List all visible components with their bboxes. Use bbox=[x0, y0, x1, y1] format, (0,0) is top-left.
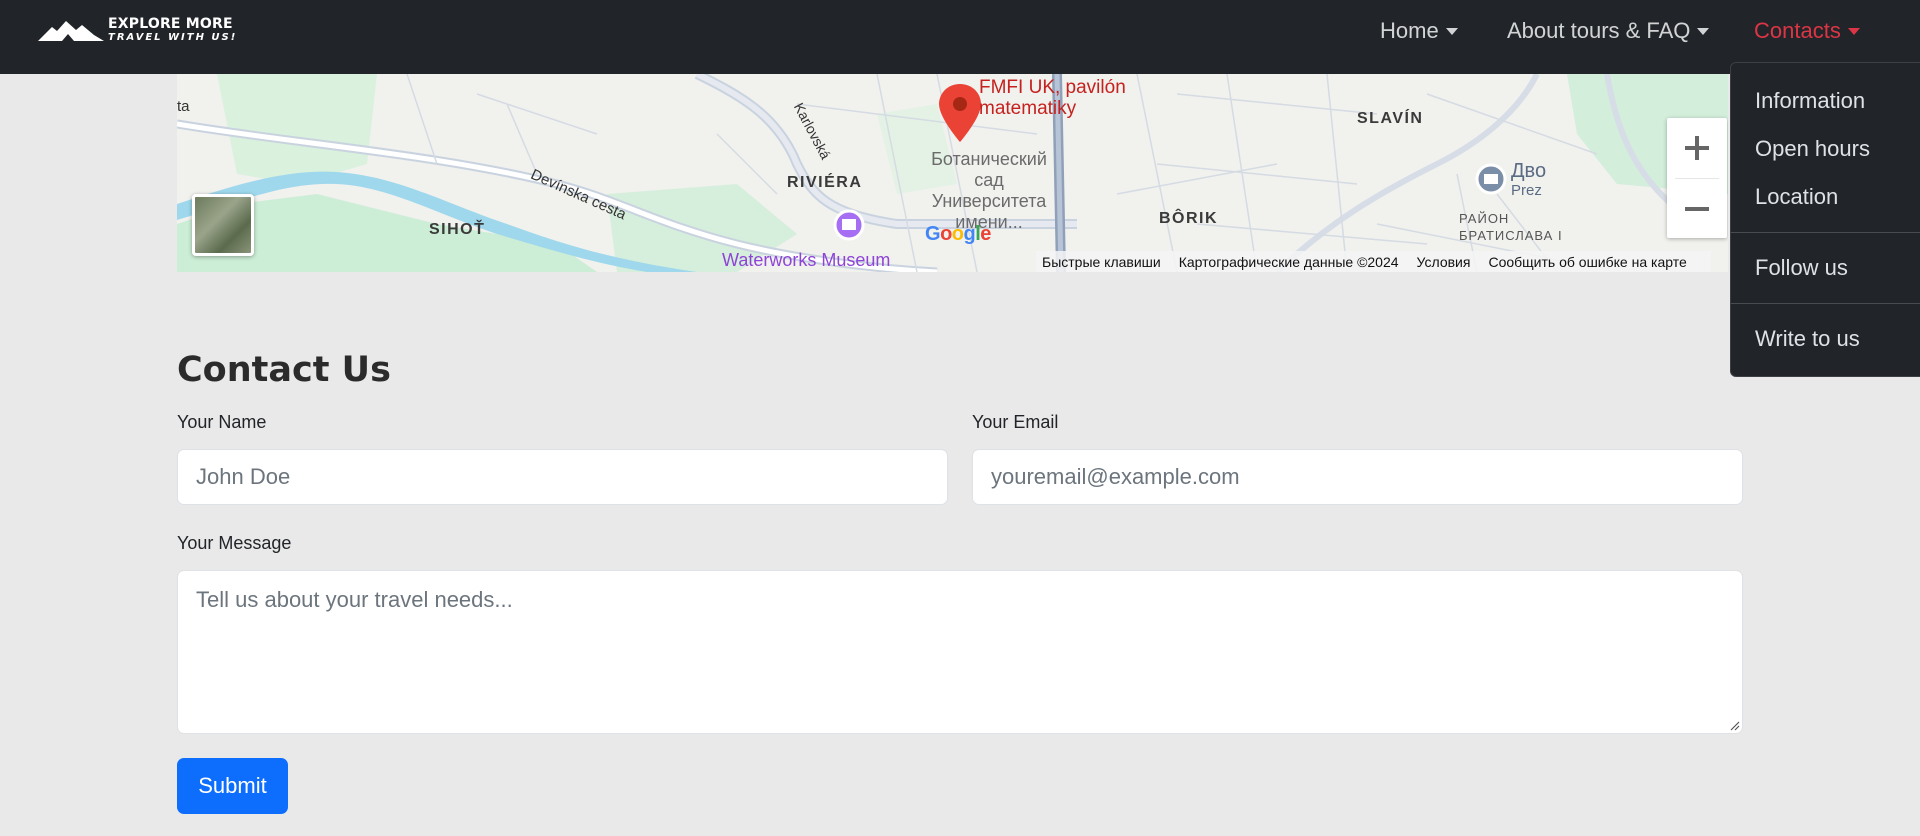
nav-home[interactable]: Home bbox=[1380, 18, 1458, 44]
map-shortcuts-link[interactable]: Быстрые клавиши bbox=[1042, 254, 1161, 270]
zoom-in-button[interactable] bbox=[1667, 118, 1727, 178]
map-area-line: РАЙОН bbox=[1459, 211, 1510, 226]
map-poi-line: Ботанический bbox=[931, 149, 1047, 169]
map-poi-line: Университета bbox=[931, 191, 1047, 211]
message-textarea[interactable]: Tell us about your travel needs... bbox=[177, 570, 1743, 734]
map-district-label: SIHOŤ bbox=[429, 221, 486, 238]
brand-tagline: TRAVEL WITH US! bbox=[108, 32, 238, 43]
dropdown-item-write-to-us[interactable]: Write to us bbox=[1731, 315, 1920, 363]
resize-handle-icon[interactable] bbox=[1728, 719, 1740, 731]
map-poi-label: Prez bbox=[1511, 182, 1542, 199]
map-poi-museum[interactable]: Waterworks Museum bbox=[722, 250, 890, 271]
dropdown-item-open-hours[interactable]: Open hours bbox=[1731, 125, 1920, 173]
map-poi-line: сад bbox=[974, 170, 1004, 190]
nav-contacts[interactable]: Contacts bbox=[1754, 18, 1860, 44]
mountain-logo-icon bbox=[38, 21, 104, 41]
map-attribution: Быстрые клавиши Картографические данные … bbox=[1036, 251, 1711, 272]
nav-contacts-label: Contacts bbox=[1754, 18, 1841, 43]
satellite-toggle-button[interactable] bbox=[192, 194, 254, 256]
map-area-label: РАЙОН БРАТИСЛАВА I bbox=[1459, 210, 1563, 244]
map-terms-link[interactable]: Условия bbox=[1417, 254, 1471, 270]
email-input-placeholder: youremail@example.com bbox=[991, 464, 1240, 489]
dropdown-item-location[interactable]: Location bbox=[1731, 173, 1920, 221]
nav-about[interactable]: About tours & FAQ bbox=[1507, 18, 1710, 44]
map-district-label: SLAVÍN bbox=[1357, 110, 1424, 127]
name-input[interactable]: John Doe bbox=[177, 449, 948, 505]
nav-about-label: About tours & FAQ bbox=[1507, 18, 1691, 43]
nav-home-label: Home bbox=[1380, 18, 1439, 43]
map-street-label: ta bbox=[177, 98, 190, 115]
brand-title: EXPLORE MORE bbox=[108, 16, 233, 32]
submit-button[interactable]: Submit bbox=[177, 758, 288, 814]
dropdown-divider bbox=[1731, 303, 1920, 304]
email-input[interactable]: youremail@example.com bbox=[972, 449, 1743, 505]
name-label: Your Name bbox=[177, 412, 267, 432]
dropdown-item-follow-us[interactable]: Follow us bbox=[1731, 244, 1920, 292]
map-pin-label-line1: FMFI UK, pavilón bbox=[979, 77, 1126, 98]
map-district-label: RIVIÉRA bbox=[787, 174, 863, 191]
chevron-down-icon bbox=[1697, 27, 1710, 35]
zoom-out-button[interactable] bbox=[1667, 179, 1727, 239]
plus-icon bbox=[1685, 136, 1709, 160]
map-area-line: БРАТИСЛАВА I bbox=[1459, 228, 1563, 243]
map-report-link[interactable]: Сообщить об ошибке на карте bbox=[1488, 254, 1686, 270]
map-data-attribution: Картографические данные ©2024 bbox=[1178, 253, 1399, 270]
minus-icon bbox=[1685, 207, 1709, 211]
dropdown-item-information[interactable]: Information bbox=[1731, 77, 1920, 125]
contact-title: Contact Us bbox=[177, 350, 391, 390]
map-poi-label: Дво bbox=[1511, 160, 1547, 182]
google-logo: Google bbox=[925, 223, 991, 245]
email-label: Your Email bbox=[972, 412, 1059, 432]
map-pin-label: FMFI UK, pavilón matematiky bbox=[979, 77, 1126, 119]
chevron-down-icon bbox=[1445, 27, 1458, 35]
map-pin-label-line2: matematiky bbox=[979, 98, 1077, 119]
brand-text: EXPLORE MORE TRAVEL WITH US! bbox=[108, 17, 237, 43]
map-poi-label: Ботанический сад Университета имени... bbox=[931, 149, 1047, 233]
contacts-dropdown-menu: Information Open hours Location Follow u… bbox=[1730, 62, 1920, 377]
map-pin-icon bbox=[939, 84, 981, 142]
map-district-label: BÔRIK bbox=[1159, 210, 1219, 227]
message-textarea-placeholder: Tell us about your travel needs... bbox=[196, 587, 513, 612]
map-zoom-control bbox=[1667, 118, 1727, 238]
brand-logo[interactable]: EXPLORE MORE TRAVEL WITH US! bbox=[38, 16, 237, 44]
chevron-down-icon bbox=[1847, 27, 1860, 35]
message-label: Your Message bbox=[177, 533, 292, 553]
name-input-placeholder: John Doe bbox=[196, 464, 291, 489]
top-navbar: EXPLORE MORE TRAVEL WITH US! Home About … bbox=[0, 0, 1920, 74]
google-map[interactable]: FMFI UK, pavilón matematiky SLAVÍN RIVIÉ… bbox=[177, 74, 1728, 272]
dropdown-divider bbox=[1731, 232, 1920, 233]
